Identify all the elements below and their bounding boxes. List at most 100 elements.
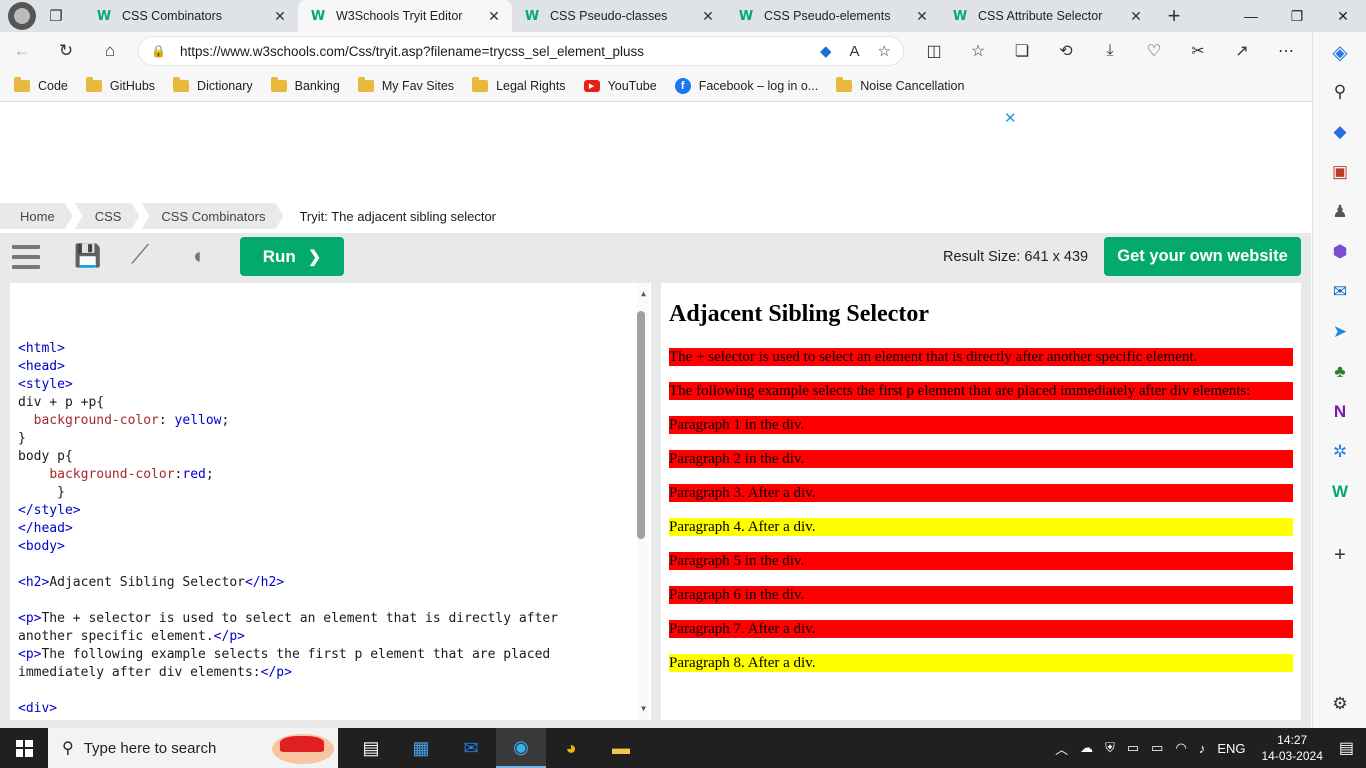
close-tab-icon[interactable]: ✕ xyxy=(1128,8,1144,25)
show-hidden-icons[interactable]: ︿ xyxy=(1055,739,1068,758)
dark-mode-icon[interactable]: ◐ xyxy=(193,243,206,269)
history-icon[interactable]: ⟲ xyxy=(1044,41,1088,61)
tab-attribute-selector[interactable]: W CSS Attribute Selector ✕ xyxy=(940,0,1154,32)
tools-icon[interactable]: ▣ xyxy=(1313,162,1366,182)
share-icon[interactable]: ↗ xyxy=(1220,41,1264,61)
profile-avatar[interactable] xyxy=(8,2,36,30)
bookmark-legal-rights[interactable]: Legal Rights xyxy=(472,76,566,93)
volume-icon[interactable]: ♪ xyxy=(1199,741,1206,756)
browser-essentials-icon[interactable]: ♡ xyxy=(1132,41,1176,61)
microsoft-365-icon[interactable]: ⬢ xyxy=(1313,242,1366,262)
language-indicator[interactable]: ENG xyxy=(1217,741,1245,756)
ad-close-icon[interactable]: ✕ xyxy=(1004,109,1017,127)
add-sidebar-icon[interactable]: + xyxy=(1313,544,1366,567)
onenote-icon[interactable]: N xyxy=(1313,402,1366,422)
home-icon[interactable]: ⌂ xyxy=(88,41,132,61)
search-icon: ⚲ xyxy=(62,740,74,757)
weather-icon[interactable]: ☁ xyxy=(1080,740,1093,756)
code-line: <p>The following example selects the fir… xyxy=(18,647,551,662)
back-icon[interactable]: ← xyxy=(0,41,44,61)
network-icon[interactable]: ✲ xyxy=(1313,442,1366,462)
read-aloud-icon[interactable]: A xyxy=(850,43,860,60)
close-tab-icon[interactable]: ✕ xyxy=(700,8,716,25)
task-view-icon[interactable]: ▤ xyxy=(346,728,396,768)
chevron-right-icon: ❯ xyxy=(307,248,322,266)
code-line: <p>The + selector is used to select an e… xyxy=(18,611,559,626)
editor-scrollbar[interactable]: ▲ ▼ xyxy=(637,283,649,720)
split-screen-icon[interactable]: ◫ xyxy=(912,41,956,61)
collections-icon[interactable]: ❏ xyxy=(1000,41,1044,61)
screenshot-icon[interactable]: ✂ xyxy=(1176,41,1220,61)
bookmark-youtube[interactable]: ▶ YouTube xyxy=(583,79,657,93)
edge-icon[interactable]: ◉ xyxy=(496,728,546,768)
copilot-icon[interactable]: ◈ xyxy=(1313,40,1366,65)
bookmark-my-fav-sites[interactable]: My Fav Sites xyxy=(357,76,454,93)
tab-pseudo-elements[interactable]: W CSS Pseudo-elements ✕ xyxy=(726,0,940,32)
save-icon[interactable]: 💾 xyxy=(74,243,101,269)
code-line: background-color:red; xyxy=(49,467,214,482)
send-icon[interactable]: ➤ xyxy=(1313,322,1366,342)
meet-now-icon[interactable]: ▭ xyxy=(1127,740,1139,756)
favorites-icon[interactable]: ☆ xyxy=(956,41,1000,61)
minimize-icon[interactable]: — xyxy=(1228,0,1274,32)
store-icon[interactable]: ▦ xyxy=(396,728,446,768)
bookmark-facebook[interactable]: f Facebook – log in o... xyxy=(674,77,818,94)
wifi-icon[interactable]: ◠ xyxy=(1175,740,1186,756)
tree-icon[interactable]: ♣ xyxy=(1313,362,1366,382)
run-button[interactable]: Run ❯ xyxy=(240,237,344,276)
system-tray: ︿ ☁ ⛨ ▭ ▭ ◠ ♪ ENG 14:27 14-03-2024 ▤ xyxy=(1049,728,1366,768)
close-tab-icon[interactable]: ✕ xyxy=(486,8,502,25)
close-tab-icon[interactable]: ✕ xyxy=(272,8,288,25)
tab-tryit-editor[interactable]: W W3Schools Tryit Editor ✕ xyxy=(298,0,512,32)
refresh-icon[interactable]: ↻ xyxy=(44,41,88,61)
scroll-down-icon[interactable]: ▼ xyxy=(641,700,646,718)
code-editor[interactable]: ▲ ▼ <html> <head> <style> div + p +p{ backg… xyxy=(10,283,651,720)
clock[interactable]: 14:27 14-03-2024 xyxy=(1261,732,1322,764)
security-icon[interactable]: ⛨ xyxy=(1105,740,1115,756)
coupon-tag-icon[interactable]: ◆ xyxy=(820,42,832,60)
downloads-icon[interactable]: ⤓ xyxy=(1088,42,1132,60)
result-paragraphs: The + selector is used to select an elem… xyxy=(669,348,1293,672)
bookmark-githubs[interactable]: GitHubs xyxy=(85,76,155,93)
sidebar-settings-icon[interactable]: ⚙ xyxy=(1313,694,1366,714)
breadcrumb-css[interactable]: CSS xyxy=(75,203,140,229)
tab-actions-icon[interactable]: ❐ xyxy=(46,6,66,26)
mail-icon[interactable]: ✉ xyxy=(446,728,496,768)
close-window-icon[interactable]: ✕ xyxy=(1320,0,1366,32)
url-field[interactable]: 🔒 https://www.w3schools.com/Css/tryit.as… xyxy=(138,36,904,66)
shopping-tag-icon[interactable]: ◆ xyxy=(1313,122,1366,142)
bookmark-dictionary[interactable]: Dictionary xyxy=(173,76,253,93)
breadcrumb-home[interactable]: Home xyxy=(0,203,73,229)
notifications-icon[interactable]: ▤ xyxy=(1339,738,1354,758)
more-menu-icon[interactable]: ⋯ xyxy=(1264,41,1308,61)
bookmark-banking[interactable]: Banking xyxy=(270,76,340,93)
scroll-up-icon[interactable]: ▲ xyxy=(641,285,646,303)
scrollbar-thumb[interactable] xyxy=(637,311,645,539)
new-tab-button[interactable]: + xyxy=(1154,3,1194,29)
chrome-icon[interactable]: ◕ xyxy=(546,728,596,768)
w3schools-icon: W xyxy=(952,8,968,24)
tab-css-combinators[interactable]: W CSS Combinators ✕ xyxy=(84,0,298,32)
taskbar-search[interactable]: ⚲ Type here to search xyxy=(48,728,338,768)
menu-icon[interactable] xyxy=(12,245,40,269)
tab-pseudo-classes[interactable]: W CSS Pseudo-classes ✕ xyxy=(512,0,726,32)
breadcrumb-css-combinators[interactable]: CSS Combinators xyxy=(141,203,283,229)
games-icon[interactable]: ♟ xyxy=(1313,202,1366,222)
windows-icon xyxy=(15,739,33,757)
battery-icon[interactable]: ▭ xyxy=(1151,740,1163,756)
search-icon[interactable]: ⚲ xyxy=(1313,82,1366,102)
close-tab-icon[interactable]: ✕ xyxy=(914,8,930,25)
start-button[interactable] xyxy=(0,739,48,757)
favorite-star-icon[interactable]: ☆ xyxy=(878,42,891,60)
lock-icon[interactable]: 🔒 xyxy=(151,44,166,58)
code-line: <head> xyxy=(18,359,65,374)
rotate-layout-icon[interactable]: ⟋ xyxy=(131,239,149,271)
file-explorer-icon[interactable]: ▬ xyxy=(596,728,646,768)
get-your-own-website-button[interactable]: Get your own website xyxy=(1104,237,1301,276)
outlook-icon[interactable]: ✉ xyxy=(1313,282,1366,302)
w3schools-sidebar-icon[interactable]: W xyxy=(1313,482,1366,502)
bookmark-code[interactable]: Code xyxy=(14,76,68,93)
bookmark-noise-cancellation[interactable]: Noise Cancellation xyxy=(836,76,964,93)
restore-icon[interactable]: ❐ xyxy=(1274,0,1320,32)
